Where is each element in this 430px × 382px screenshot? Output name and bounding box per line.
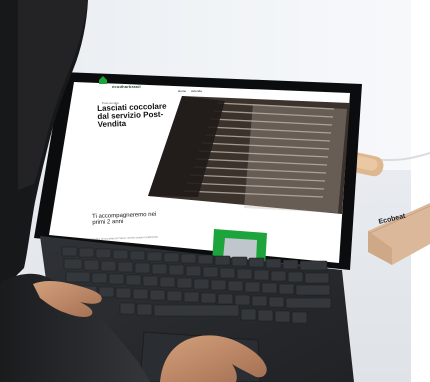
hero-title: Lasciati coccolare dal servizio Post-Ven… bbox=[96, 101, 167, 129]
photo-scene bbox=[0, 0, 430, 382]
nav-azienda[interactable]: Azienda bbox=[191, 89, 202, 93]
nav-home[interactable]: Home bbox=[178, 89, 186, 93]
website-hero-image bbox=[148, 96, 350, 214]
brand-name: ecodharbrasil bbox=[112, 84, 141, 89]
